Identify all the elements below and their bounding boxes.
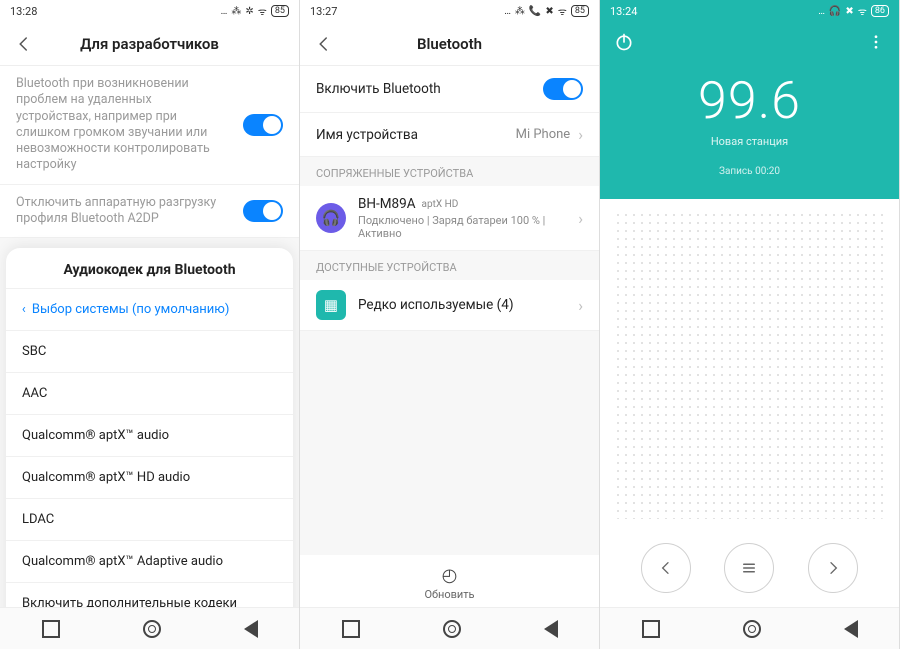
device-codec: aptX HD bbox=[422, 199, 459, 210]
nav-home[interactable] bbox=[143, 620, 161, 638]
nav-recents[interactable] bbox=[42, 620, 60, 638]
frequency: 99.6 bbox=[600, 70, 899, 131]
chevron-left-icon bbox=[15, 35, 33, 53]
codec-sheet: Аудиокодек для Bluetooth Выбор системы (… bbox=[6, 248, 293, 607]
row-enable-bluetooth[interactable]: Включить Bluetooth bbox=[300, 66, 599, 113]
phone-bluetooth: 13:27 …⁂📞✖ᯤ 85 Bluetooth Включить Blueto… bbox=[300, 0, 600, 649]
header-bar: Bluetooth bbox=[300, 22, 599, 66]
nav-home[interactable] bbox=[743, 620, 761, 638]
status-icons: …🎧✖ᯤ 86 bbox=[818, 4, 889, 18]
header-bar: Для разработчиков bbox=[0, 22, 299, 66]
row-device-name[interactable]: Имя устройства Mi Phone › bbox=[300, 113, 599, 157]
setting-volume-desc-row[interactable]: Bluetooth при возникновении проблем на у… bbox=[0, 66, 299, 185]
nav-back[interactable] bbox=[844, 620, 858, 638]
refresh-button[interactable]: ◴ Обновить bbox=[300, 555, 599, 607]
chevron-right-icon: › bbox=[578, 125, 583, 144]
nav-home[interactable] bbox=[443, 620, 461, 638]
nav-recents[interactable] bbox=[342, 620, 360, 638]
rare-devices-row[interactable]: ▦ Редко используемые (4) › bbox=[300, 280, 599, 331]
toggle-switch[interactable] bbox=[243, 114, 283, 136]
sheet-title: Аудиокодек для Bluetooth bbox=[6, 248, 293, 288]
power-button[interactable] bbox=[614, 32, 634, 56]
battery-indicator: 85 bbox=[571, 5, 589, 18]
page-title: Bluetooth bbox=[417, 35, 482, 53]
toggle-switch[interactable] bbox=[243, 200, 283, 222]
content-scroll: Включить Bluetooth Имя устройства Mi Pho… bbox=[300, 66, 599, 555]
more-vert-icon bbox=[867, 33, 885, 51]
nav-bar bbox=[0, 607, 299, 649]
menu-icon bbox=[740, 559, 758, 577]
row-label: Имя устройства bbox=[316, 127, 418, 143]
codec-option-default[interactable]: Выбор системы (по умолчанию) bbox=[6, 288, 293, 330]
section-available: ДОСТУПНЫЕ УСТРОЙСТВА bbox=[300, 251, 599, 280]
chevron-right-icon: › bbox=[578, 296, 583, 315]
clock-icon: ◴ bbox=[300, 565, 599, 586]
device-status: Подключено | Заряд батареи 100 % | Актив… bbox=[358, 214, 566, 240]
status-time: 13:27 bbox=[310, 5, 337, 18]
setting-a2dp-row[interactable]: Отключить аппаратную разгрузку профиля B… bbox=[0, 185, 299, 239]
codec-option-aptx-hd[interactable]: Qualcomm® aptX™ HD audio bbox=[6, 456, 293, 498]
status-bar: 13:24 …🎧✖ᯤ 86 bbox=[600, 0, 899, 22]
codec-option-enable-extra[interactable]: Включить дополнительные кодеки bbox=[6, 582, 293, 607]
header-bar bbox=[600, 22, 899, 66]
setting-a2dp: Отключить аппаратную разгрузку профиля B… bbox=[16, 195, 226, 228]
chevron-right-icon bbox=[825, 560, 841, 576]
phone-developer-options: 13:28 …⁂✲ᯤ 85 Для разработчиков Bluetoot… bbox=[0, 0, 300, 649]
nav-recents[interactable] bbox=[642, 620, 660, 638]
nav-bar bbox=[300, 607, 599, 649]
battery-indicator: 85 bbox=[271, 5, 289, 18]
headphones-icon: 🎧 bbox=[316, 203, 346, 233]
back-button[interactable] bbox=[310, 30, 338, 58]
codec-option-ldac[interactable]: LDAC bbox=[6, 498, 293, 540]
refresh-label: Обновить bbox=[424, 588, 474, 601]
stations-list-button[interactable] bbox=[724, 543, 774, 593]
status-icons: …⁂✲ᯤ 85 bbox=[221, 4, 289, 18]
setting-desc: Bluetooth при возникновении проблем на у… bbox=[16, 76, 226, 174]
chevron-left-icon bbox=[315, 35, 333, 53]
codec-option-aptx-adaptive[interactable]: Qualcomm® aptX™ Adaptive audio bbox=[6, 540, 293, 582]
nav-back[interactable] bbox=[244, 620, 258, 638]
device-name: BH-M89A bbox=[358, 196, 416, 212]
device-name-value: Mi Phone bbox=[516, 127, 571, 142]
power-icon bbox=[614, 32, 634, 52]
nav-back[interactable] bbox=[544, 620, 558, 638]
section-paired: СОПРЯЖЕННЫЕ УСТРОЙСТВА bbox=[300, 157, 599, 186]
codec-option-aac[interactable]: AAC bbox=[6, 372, 293, 414]
battery-indicator: 86 bbox=[871, 5, 889, 18]
nav-bar bbox=[600, 607, 899, 649]
page-title: Для разработчиков bbox=[80, 35, 219, 53]
codec-option-aptx[interactable]: Qualcomm® aptX™ audio bbox=[6, 414, 293, 456]
radio-controls bbox=[600, 531, 899, 607]
paired-device-row[interactable]: 🎧 BH-M89A aptX HD Подключено | Заряд бат… bbox=[300, 186, 599, 251]
station-name: Новая станция bbox=[600, 135, 899, 148]
next-station-button[interactable] bbox=[808, 543, 858, 593]
chevron-left-icon bbox=[658, 560, 674, 576]
more-button[interactable] bbox=[867, 33, 885, 55]
status-bar: 13:28 …⁂✲ᯤ 85 bbox=[0, 0, 299, 22]
row-label: Включить Bluetooth bbox=[316, 81, 441, 97]
status-time: 13:28 bbox=[10, 5, 37, 18]
content-scroll: Bluetooth при возникновении проблем на у… bbox=[0, 66, 299, 607]
toggle-switch[interactable] bbox=[543, 78, 583, 100]
status-icons: …⁂📞✖ᯤ 85 bbox=[504, 4, 589, 18]
chevron-right-icon: › bbox=[578, 209, 583, 228]
back-button[interactable] bbox=[10, 30, 38, 58]
frequency-dial[interactable] bbox=[614, 211, 885, 519]
grid-icon: ▦ bbox=[316, 290, 346, 320]
phone-fm-radio: 13:24 …🎧✖ᯤ 86 99.6 Новая станция Запись … bbox=[600, 0, 900, 649]
record-status: Запись 00:20 bbox=[600, 166, 899, 177]
prev-station-button[interactable] bbox=[641, 543, 691, 593]
codec-option-sbc[interactable]: SBC bbox=[6, 330, 293, 372]
radio-display: 99.6 Новая станция Запись 00:20 bbox=[600, 66, 899, 199]
status-bar: 13:27 …⁂📞✖ᯤ 85 bbox=[300, 0, 599, 22]
rare-label: Редко используемые (4) bbox=[358, 297, 514, 313]
status-time: 13:24 bbox=[610, 5, 637, 18]
